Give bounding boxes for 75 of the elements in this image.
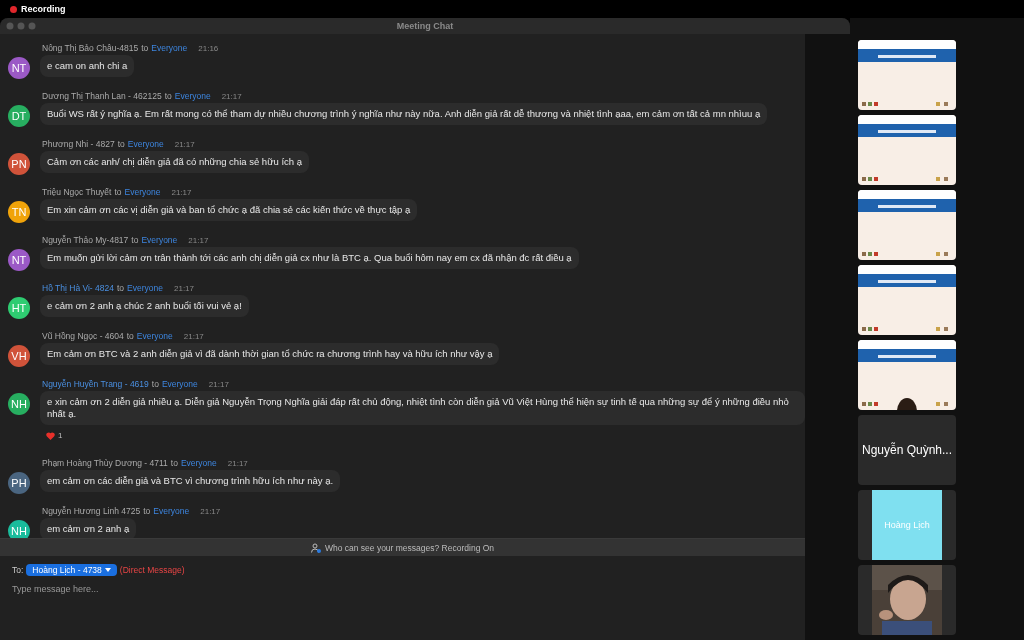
to-label: to — [164, 91, 172, 101]
sender-name: Triệu Ngọc Thuyết — [42, 187, 112, 197]
message-bubble: e xin cảm ơn 2 diễn giả nhiều ạ. Diễn giả Nguyễn Trọng Nghĩa giải đáp rất chủ động, nhiệt tình còn diễn giả Vũ Việt Hùng thể hiện sự tinh tế qua những sự để ý những điều nhỏ nhất ạ. — [40, 391, 805, 425]
message-bubble: Em cảm ơn BTC và 2 anh diễn giả vì đã dành thời gian tổ chức ra chương trình hay và hữu ích như vậy ạ — [40, 343, 500, 365]
person-icon — [310, 542, 321, 553]
recipient-name: Everyone — [180, 458, 217, 468]
avatar: NT — [8, 57, 30, 79]
sender-name: Nguyễn Hương Linh 4725 — [42, 506, 141, 516]
message-time: 21:17 — [221, 92, 242, 101]
to-label: to — [117, 283, 125, 293]
sender-name: Nông Thị Bảo Châu-4815 — [42, 43, 139, 53]
sender-name: Nguyễn Huyền Trang - 4619 — [42, 379, 149, 389]
to-label: to — [131, 235, 139, 245]
reaction-count: 1 — [58, 431, 63, 440]
avatar: VH — [8, 345, 30, 367]
participant-name: Nguyễn Quỳnh... — [861, 443, 953, 457]
recipient-name: Everyone — [124, 187, 161, 197]
message-time: 21:17 — [200, 507, 221, 516]
recipient-name: Everyone — [127, 283, 163, 293]
to-label: to — [114, 187, 122, 197]
to-label: to — [117, 139, 125, 149]
message-bubble: Cảm ơn các anh/ chị diễn giả đã có những chia sẻ hữu ích ạ — [40, 151, 309, 173]
avatar: PN — [8, 153, 30, 175]
message-bubble: em cảm ơn 2 anh ạ — [40, 518, 137, 538]
privacy-notice[interactable]: Who can see your messages? Recording On — [324, 542, 495, 553]
window-title: Meeting Chat — [396, 21, 455, 31]
message-time: 21:17 — [174, 284, 195, 293]
avatar: DT — [8, 105, 30, 127]
video-tile[interactable]: Nguyễn Quỳnh... — [858, 415, 956, 485]
message-bubble: Em xin cảm ơn các vị diễn giả và ban tổ chức ạ đã chia sẻ các kiến thức về thực tập ạ — [40, 199, 418, 221]
heart-icon[interactable] — [46, 431, 55, 440]
message-time: 21:17 — [174, 140, 195, 149]
to-label: to — [126, 331, 134, 341]
avatar: TN — [8, 201, 30, 223]
avatar: NH — [8, 520, 30, 538]
sender-name: Dương Thị Thanh Lan - 462125 — [42, 91, 162, 101]
caret-icon — [104, 568, 111, 572]
recording-label: Recording — [21, 4, 66, 14]
participant-name: Hoàng Lịch — [884, 520, 930, 530]
direct-message-label: (Direct Message) — [119, 565, 185, 575]
to-label: to — [170, 458, 178, 468]
message-bubble: e cảm ơn 2 anh ạ chúc 2 anh buổi tối vui vẻ ạ! — [40, 295, 249, 317]
to-label: to — [151, 379, 159, 389]
to-label: To: — [12, 565, 24, 575]
avatar: NH — [8, 393, 30, 415]
message-bubble: Buổi WS rất ý nghĩa ạ. Em rất mong có thể tham dự nhiều chương trình ý nghĩa như này nữa. Anh diễn giả rất dễ thương và nhiệt tình ạaa, em cảm ơn tất cả mn nhìuu ạ — [40, 103, 768, 125]
sender-name: Vũ Hồng Ngọc - 4604 — [42, 331, 124, 341]
message-time: 21:17 — [183, 332, 204, 341]
message-bubble: e cam on anh chi a — [40, 55, 135, 77]
avatar: NT — [8, 249, 30, 271]
message-time: 21:17 — [188, 236, 209, 245]
avatar: HT — [8, 297, 30, 319]
recipient-name: Everyone — [151, 43, 188, 53]
recipient-name: Everyone — [136, 331, 173, 341]
message-input[interactable]: Type message here... — [12, 584, 793, 594]
video-tile[interactable] — [858, 565, 956, 635]
message-time: 21:17 — [208, 380, 229, 389]
message-time: 21:17 — [227, 459, 248, 468]
message-bubble: Em muốn gửi lời cảm ơn trân thành tới các anh chị diễn giả cx như là BTC ạ. Qua buổi hôm nay em cx đã nhận đc rất điều ạ — [40, 247, 579, 269]
message-time: 21:16 — [198, 44, 219, 53]
recipient-dropdown[interactable]: Hoàng Lịch - 4738 — [26, 564, 117, 576]
sender-name: Phương Nhi - 4827 — [42, 139, 115, 149]
to-label: to — [141, 43, 149, 53]
sender-name: Nguyễn Thảo My-4817 — [42, 235, 129, 245]
avatar: PH — [8, 472, 30, 494]
sender-name: Phạm Hoàng Thùy Dương - 4711 — [42, 458, 168, 468]
sender-name: Hồ Thị Hà Vi- 4824 — [42, 283, 114, 293]
recipient-name: Everyone — [127, 139, 164, 149]
recipient-name: Everyone — [153, 506, 190, 516]
recipient-name: Everyone — [141, 235, 178, 245]
recipient-name: Everyone — [174, 91, 211, 101]
message-bubble: em cảm ơn các diễn giả và BTC vì chương trình hữu ích như này ạ. — [40, 470, 341, 492]
to-label: to — [143, 506, 151, 516]
message-time: 21:17 — [171, 188, 192, 197]
recipient-name: Everyone — [161, 379, 198, 389]
